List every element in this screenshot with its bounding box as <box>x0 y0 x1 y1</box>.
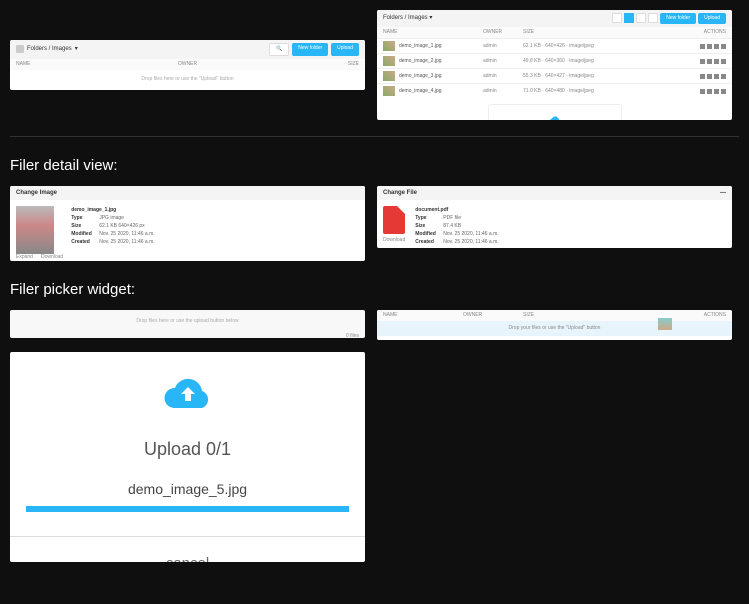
screenshot-upload-modal: Upload 0/1 demo_image_5.jpg cancel <box>10 352 365 562</box>
file-size: 55.3 KB · 640×427 · image/jpeg <box>523 73 676 80</box>
file-owner: admin <box>483 73 523 80</box>
file-size: 62.1 KB · 640×426 · image/jpeg <box>523 43 676 50</box>
delete-icon[interactable] <box>721 44 726 49</box>
table-row[interactable]: demo_image_2.jpgadmin49.8 KB · 640×360 ·… <box>377 53 732 68</box>
file-owner: admin <box>483 43 523 50</box>
filename: document.pdf <box>415 206 498 214</box>
table-row[interactable]: demo_image_1.jpgadmin62.1 KB · 640×426 ·… <box>377 38 732 53</box>
upload-button[interactable]: Upload <box>331 43 359 56</box>
panel-title: Change File <box>383 189 417 197</box>
delete-icon[interactable] <box>721 89 726 94</box>
panel-title: Change Image <box>10 186 365 200</box>
dropzone[interactable]: ☁ Drop your files or use the button Uplo… <box>488 104 622 120</box>
col-name: NAME <box>16 61 76 68</box>
move-icon[interactable] <box>700 44 705 49</box>
copy-icon[interactable] <box>707 89 712 94</box>
download-link[interactable]: Download <box>383 237 405 244</box>
screenshot-file-detail: Change File — Download document.pdf TypeP… <box>377 186 732 248</box>
file-meta: demo_image_1.jpg TypeJPG image Size62.1 … <box>71 206 154 261</box>
file-meta: document.pdf TypePDF file Size87.4 KB Mo… <box>415 206 498 246</box>
file-owner: admin <box>483 88 523 95</box>
copy-icon[interactable] <box>707 59 712 64</box>
file-size: 49.8 KB · 640×360 · image/jpeg <box>523 58 676 65</box>
delete-icon[interactable] <box>721 74 726 79</box>
expand-link[interactable]: Expand <box>16 254 33 261</box>
breadcrumb[interactable]: Folders / Images <box>383 15 428 21</box>
upload-filename: demo_image_5.jpg <box>10 480 365 500</box>
screenshot-picker-empty: Drop files here or use the upload button… <box>10 310 365 338</box>
image-thumbnail <box>383 56 395 66</box>
filename: demo_image_1.jpg <box>71 206 154 214</box>
download-link[interactable]: Download <box>41 254 63 261</box>
heading-picker: Filer picker widget: <box>10 281 739 298</box>
file-size: 71.0 KB · 640×480 · image/jpeg <box>523 88 676 95</box>
screenshot-folder-empty: Folders / Images ▾ 🔍 New folder Upload N… <box>10 40 365 90</box>
upload-progress-label: Upload 0/1 <box>10 437 365 462</box>
cloud-upload-icon: ☁ <box>495 111 615 120</box>
dropzone-hint[interactable]: Drop files here or use the upload button… <box>10 310 365 333</box>
new-folder-button[interactable]: New folder <box>292 43 328 56</box>
file-count: 0 files <box>10 333 365 338</box>
screenshot-picker-table: NAMEOWNERSIZEACTIONS Drop your files or … <box>377 310 732 340</box>
file-owner: admin <box>483 58 523 65</box>
screenshot-folder-list: Folders / Images ▾ New folder Upload NAM… <box>377 10 732 120</box>
breadcrumb[interactable]: Folders / Images <box>27 45 72 53</box>
upload-button[interactable]: Upload <box>698 13 726 24</box>
heading-detail: Filer detail view: <box>10 157 739 174</box>
dropzone-hint[interactable]: Drop files here or use the "Upload" butt… <box>10 70 365 89</box>
search-button[interactable]: 🔍 <box>269 43 289 56</box>
col-size: SIZE <box>299 61 359 68</box>
image-thumbnail <box>16 206 54 254</box>
edit-icon[interactable] <box>714 44 719 49</box>
table-row[interactable]: demo_image_3.jpgadmin55.3 KB · 640×427 ·… <box>377 68 732 83</box>
screenshot-image-detail: Change Image Expand Download demo_image_… <box>10 186 365 261</box>
col-name: NAME <box>383 29 483 36</box>
pdf-icon <box>383 206 405 234</box>
dropzone-hint[interactable]: Drop your files or use the "Upload" butt… <box>377 321 732 336</box>
col-actions: ACTIONS <box>676 29 726 36</box>
col-actions: ACTIONS <box>686 312 726 319</box>
table-row[interactable]: demo_image_4.jpgadmin71.0 KB · 640×480 ·… <box>377 83 732 98</box>
file-name: demo_image_3.jpg <box>399 73 483 80</box>
col-owner: OWNER <box>483 29 523 36</box>
image-thumbnail <box>658 318 672 330</box>
home-icon <box>16 45 24 53</box>
search-button[interactable] <box>648 13 658 23</box>
col-owner: OWNER <box>463 312 523 319</box>
progress-bar <box>26 506 349 512</box>
file-name: demo_image_1.jpg <box>399 43 483 50</box>
edit-icon[interactable] <box>714 74 719 79</box>
copy-icon[interactable] <box>707 44 712 49</box>
edit-icon[interactable] <box>714 59 719 64</box>
col-owner: OWNER <box>76 61 299 68</box>
file-name: demo_image_2.jpg <box>399 58 483 65</box>
col-name: NAME <box>383 312 463 319</box>
new-folder-button[interactable]: New folder <box>660 13 696 24</box>
move-icon[interactable] <box>700 74 705 79</box>
sort-button[interactable] <box>636 13 646 23</box>
edit-icon[interactable] <box>714 89 719 94</box>
cloud-upload-icon <box>10 370 365 429</box>
move-icon[interactable] <box>700 89 705 94</box>
cancel-button[interactable]: cancel <box>10 537 365 562</box>
close-icon[interactable]: — <box>720 189 726 197</box>
image-thumbnail <box>383 41 395 51</box>
image-thumbnail <box>383 71 395 81</box>
list-view-button[interactable] <box>624 13 634 23</box>
move-icon[interactable] <box>700 59 705 64</box>
delete-icon[interactable] <box>721 59 726 64</box>
col-size: SIZE <box>523 29 676 36</box>
copy-icon[interactable] <box>707 74 712 79</box>
image-thumbnail <box>383 86 395 96</box>
grid-view-button[interactable] <box>612 13 622 23</box>
file-name: demo_image_4.jpg <box>399 88 483 95</box>
